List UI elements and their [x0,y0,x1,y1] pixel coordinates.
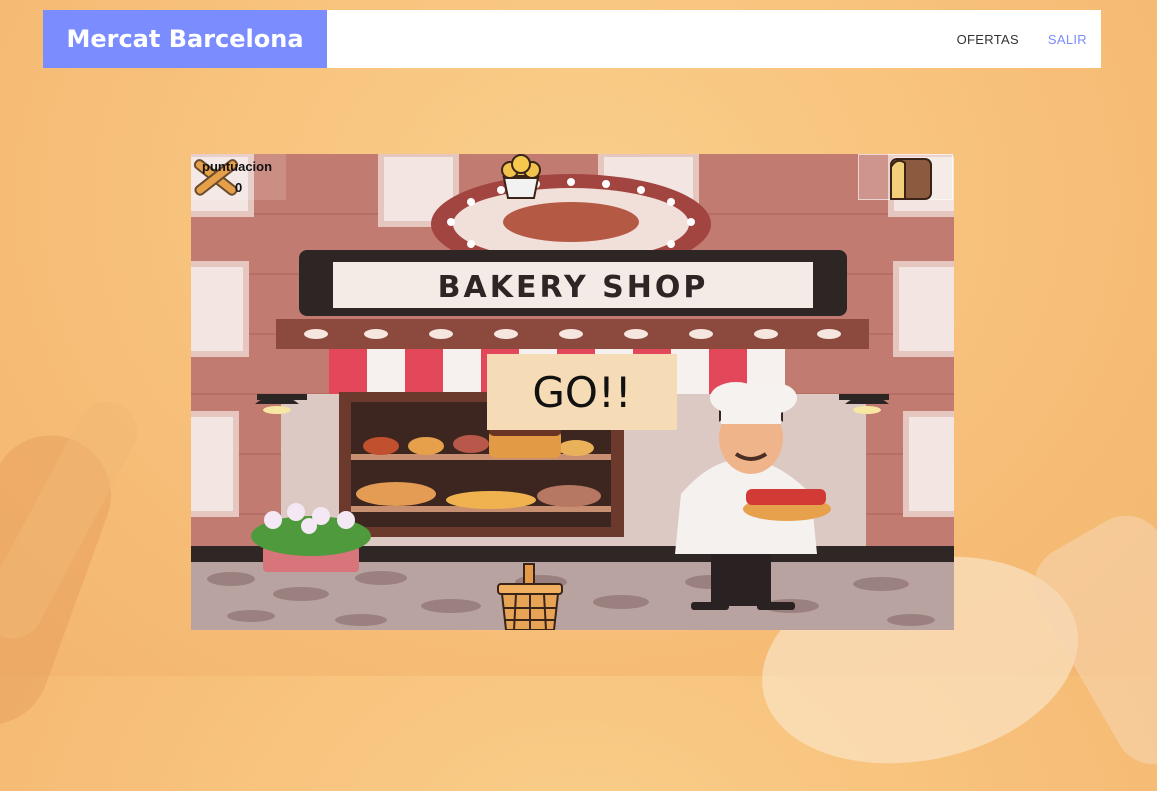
score-label: puntuacion [202,159,273,174]
nav-link-salir[interactable]: SALIR [1048,32,1087,47]
score-value: 0 [235,180,243,195]
muffin-icon [501,154,541,199]
nav-link-ofertas[interactable]: OFERTAS [957,32,1019,47]
game-canvas[interactable]: BAKERY SHOP puntuacion 0 GO!! [191,154,954,630]
bread-slice-icon [890,158,932,200]
basket-icon[interactable] [494,562,566,630]
next-item-panel [858,154,953,200]
go-banner: GO!! [487,354,677,430]
nav-links: OFERTAS SALIR [957,32,1101,47]
score-panel: puntuacion 0 [191,154,286,200]
shop-sign-text: BAKERY SHOP [438,270,709,305]
navbar: Mercat Barcelona OFERTAS SALIR [43,10,1101,68]
brand-logo[interactable]: Mercat Barcelona [43,10,327,68]
